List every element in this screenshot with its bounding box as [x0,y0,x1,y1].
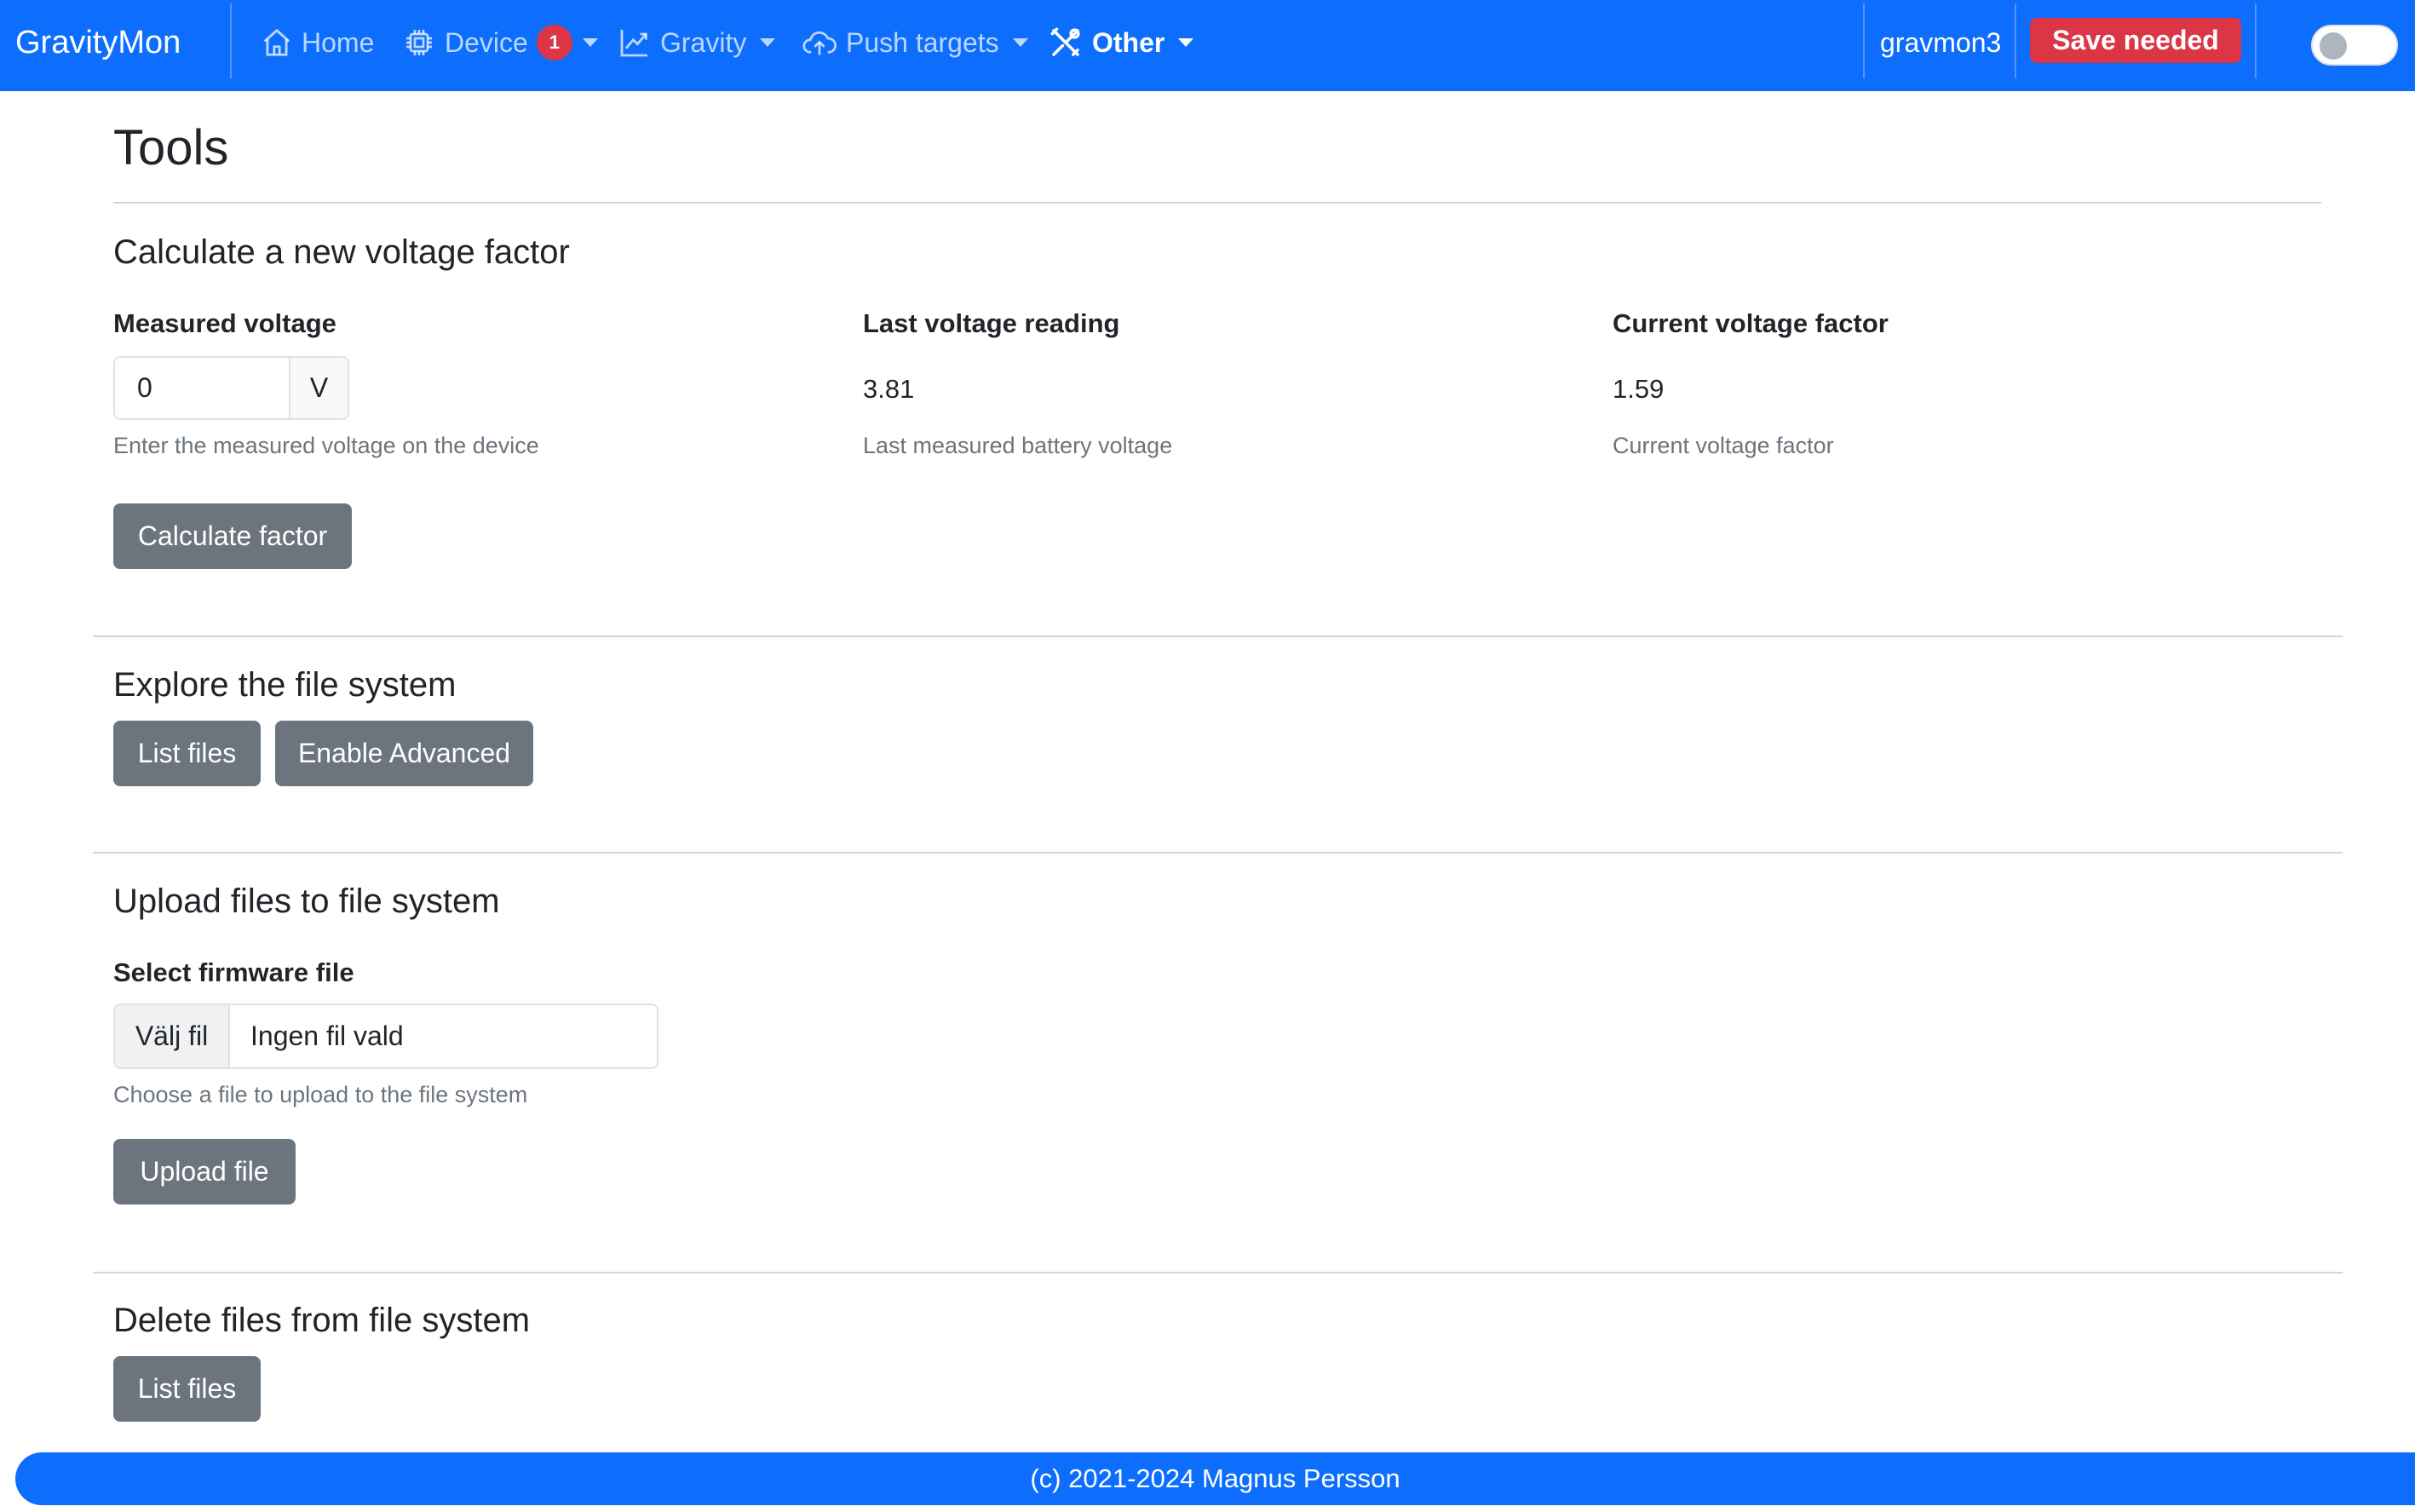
upload-file-button[interactable]: Upload file [113,1139,296,1204]
house-icon [263,29,290,56]
section-divider [93,635,2343,637]
choose-file-button[interactable]: Välj fil [115,1005,230,1067]
enable-advanced-button[interactable]: Enable Advanced [275,721,533,786]
nav-gravity-dropdown[interactable]: Gravity [618,0,776,85]
last-voltage-label: Last voltage reading [863,308,1120,338]
delete-section-title: Delete files from file system [113,1302,531,1339]
nav-home[interactable]: Home [261,0,374,85]
measured-voltage-input[interactable] [115,358,289,418]
cpu-icon [406,30,432,55]
page-title: Tools [113,120,229,175]
voltage-factor-label: Current voltage factor [1613,308,1889,338]
upload-section-title: Upload files to file system [113,882,500,920]
tools-icon [1050,27,1080,56]
footer-copyright: (c) 2021-2024 Magnus Persson [1030,1463,1400,1493]
select-firmware-label: Select firmware file [113,957,354,987]
voltage-section-title: Calculate a new voltage factor [113,233,570,271]
title-divider [113,202,2321,204]
section-divider [93,1272,2343,1273]
section-divider [93,852,2343,854]
calculate-factor-button[interactable]: Calculate factor [113,503,352,569]
chevron-down-icon [1012,38,1028,47]
graph-up-icon [620,30,647,57]
brand-link[interactable]: GravityMon [15,0,181,91]
dark-mode-toggle[interactable] [2311,25,2398,66]
nav-device-label: Device [445,26,528,58]
cloud-upload-icon [802,31,837,55]
footer: (c) 2021-2024 Magnus Persson [15,1452,2415,1505]
voltage-unit-addon: V [289,358,348,418]
list-files-button[interactable]: List files [113,721,261,786]
navbar-divider [1863,3,1865,78]
nav-other-label: Other [1092,26,1165,58]
save-needed-badge: Save needed [2030,18,2241,63]
navbar-divider [230,3,232,78]
chevron-down-icon [1178,38,1194,47]
nav-push-targets-label: Push targets [846,26,999,58]
explore-section-title: Explore the file system [113,666,457,704]
last-voltage-help: Last measured battery voltage [863,433,1173,458]
nav-gravity-label: Gravity [660,26,747,58]
navbar-divider [2255,3,2257,78]
selected-file-name: Ingen fil vald [250,1020,404,1051]
last-voltage-value: 3.81 [863,374,915,404]
delete-list-files-button[interactable]: List files [113,1356,261,1422]
device-notification-badge: 1 [536,25,572,60]
nav-push-targets-dropdown[interactable]: Push targets [802,0,1028,85]
voltage-factor-value: 1.59 [1613,374,1665,404]
nav-other-dropdown[interactable]: Other [1048,0,1194,85]
navbar-divider [2015,3,2016,78]
chevron-down-icon [760,38,776,47]
nav-home-label: Home [302,26,375,58]
measured-voltage-group: V [113,356,349,420]
measured-voltage-label: Measured voltage [113,308,336,338]
measured-voltage-help: Enter the measured voltage on the device [113,433,539,458]
upload-help: Choose a file to upload to the file syst… [113,1082,528,1107]
voltage-factor-help: Current voltage factor [1613,433,1834,458]
device-hostname: gravmon3 [1880,27,2002,58]
firmware-file-input[interactable]: Välj fil Ingen fil vald [113,1003,658,1069]
top-navbar: GravityMon Home Device 1 Gravity Push ta… [0,0,2415,91]
nav-device-dropdown[interactable]: Device 1 [402,0,598,85]
toggle-knob [2320,32,2347,60]
chevron-down-icon [582,38,598,47]
